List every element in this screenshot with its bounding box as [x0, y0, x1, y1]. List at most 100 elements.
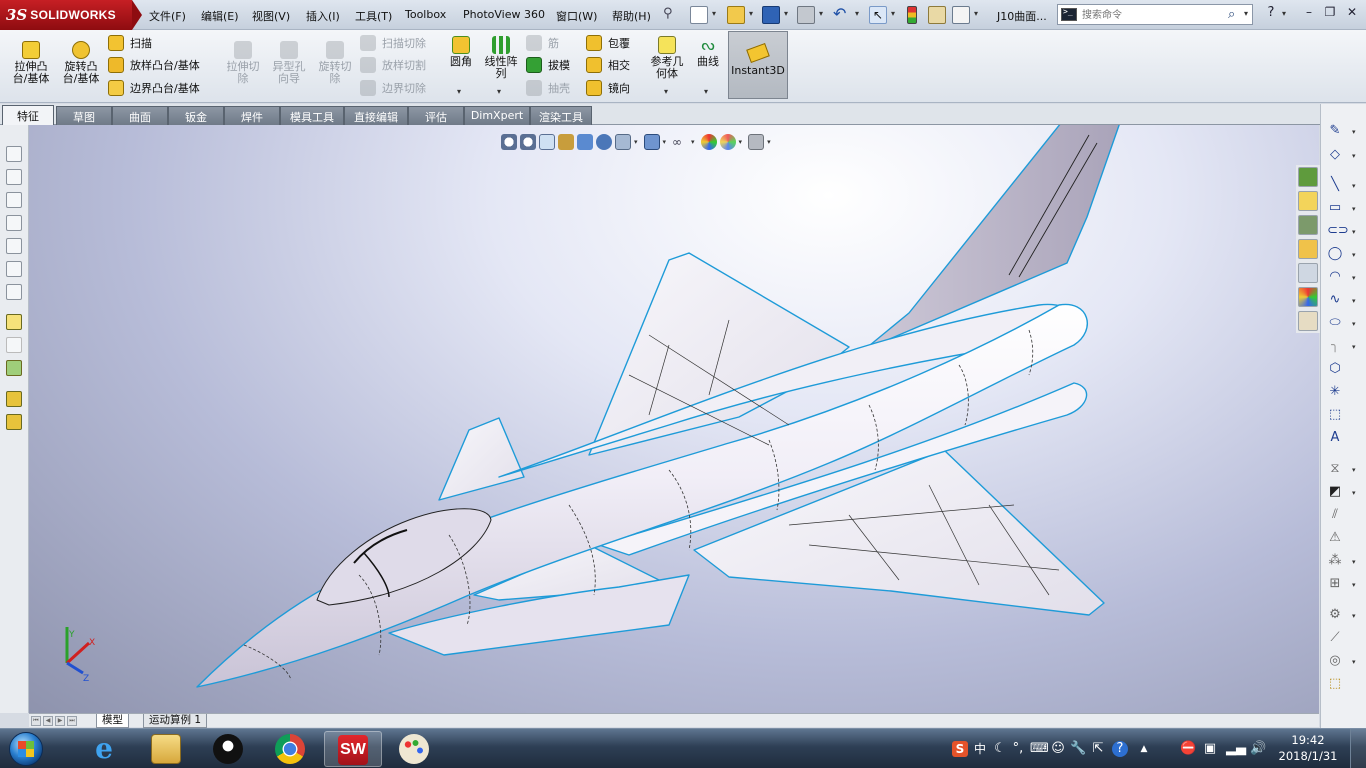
curves-button[interactable]: ᔓ 曲线 [692, 36, 724, 68]
tab-features[interactable]: 特征 [2, 105, 54, 126]
menu-file[interactable]: 文件(F) [149, 8, 186, 24]
taskbar-app-paint[interactable] [386, 731, 444, 767]
tab-evaluate[interactable]: 评估 [408, 106, 464, 125]
tab-mold-tools[interactable]: 模具工具 [280, 106, 344, 125]
open-folder-icon[interactable] [727, 6, 745, 24]
arc-icon[interactable]: ◠ [1327, 269, 1343, 285]
rebuild-traffic-light-icon[interactable] [907, 6, 917, 24]
mirror-entities-icon[interactable]: ⚠ [1327, 530, 1343, 546]
open-external-icon[interactable]: ⇱ [1090, 741, 1106, 757]
intersect-button[interactable]: 相交 [586, 55, 630, 75]
repair-dropdown-icon[interactable]: ▾ [1352, 658, 1356, 666]
tab-model[interactable]: 模型 [96, 714, 129, 728]
rectangle-dropdown-icon[interactable]: ▾ [1352, 205, 1356, 213]
new-dropdown-icon[interactable]: ▾ [712, 9, 716, 18]
save-icon[interactable] [762, 6, 780, 24]
file-explorer-pane-icon[interactable] [1298, 239, 1318, 259]
help-tray-icon[interactable]: ? [1112, 741, 1128, 757]
last-tab-arrow-icon[interactable]: ⏭ [67, 716, 77, 726]
pin-icon[interactable]: ⚲ [663, 6, 681, 24]
repair-sketch-icon[interactable]: ◎ [1327, 653, 1343, 669]
undo-icon[interactable]: ↶ [833, 6, 851, 24]
linear-sketch-pattern-icon[interactable]: ⁂ [1327, 553, 1343, 569]
tab-surfaces[interactable]: 曲面 [112, 106, 168, 125]
tab-weldments[interactable]: 焊件 [224, 106, 280, 125]
offset-entities-icon[interactable]: ⫽ [1327, 507, 1343, 523]
taskbar-app-solidworks[interactable]: SW [324, 731, 382, 767]
menu-insert[interactable]: 插入(I) [306, 8, 340, 24]
design-library-icon[interactable] [1298, 215, 1318, 235]
solidworks-resources-icon[interactable] [1298, 167, 1318, 187]
dimension-dropdown-icon[interactable]: ▾ [1352, 152, 1356, 160]
menu-edit[interactable]: 编辑(E) [201, 8, 239, 24]
reference-geometry-dropdown-icon[interactable]: ▾ [664, 87, 668, 96]
mirror-button[interactable]: 镜向 [586, 78, 630, 98]
polygon-icon[interactable]: ⬡ [1327, 361, 1343, 377]
appearances-icon[interactable] [1298, 287, 1318, 307]
boundary-boss-button[interactable]: 边界凸台/基体 [108, 78, 200, 98]
display-relations-icon[interactable]: ⚙ [1327, 607, 1343, 623]
start-button[interactable] [2, 731, 50, 767]
tab-sheet-metal[interactable]: 钣金 [168, 106, 224, 125]
restore-window-button[interactable]: ❐ [1321, 5, 1339, 21]
options-icon[interactable] [952, 6, 970, 24]
circle-dropdown-icon[interactable]: ▾ [1352, 251, 1356, 259]
taskbar-app-chrome[interactable] [262, 731, 320, 767]
instant3d-button[interactable]: Instant3D [728, 31, 788, 99]
feature-a-icon[interactable] [6, 391, 22, 407]
relations-icon[interactable] [6, 360, 22, 376]
tab-sketch[interactable]: 草图 [56, 106, 112, 125]
line-dropdown-icon[interactable]: ▾ [1352, 182, 1356, 190]
punctuation-icon[interactable]: °, [1010, 741, 1026, 757]
feature-b-icon[interactable] [6, 414, 22, 430]
taskbar-app-file-explorer[interactable] [138, 731, 196, 767]
curves-dropdown-icon[interactable]: ▾ [704, 87, 708, 96]
circle-icon[interactable]: ◯ [1327, 246, 1343, 262]
select-cursor-icon[interactable]: ↖ [869, 6, 887, 24]
ellipse-icon[interactable]: ⬭ [1327, 315, 1343, 331]
cube-view-icon[interactable] [6, 284, 22, 300]
swept-cut-button[interactable]: 扫描切除 [360, 33, 426, 53]
menu-tools[interactable]: 工具(T) [355, 8, 392, 24]
sketch-edit-icon[interactable] [6, 314, 22, 330]
pattern-dropdown-icon[interactable]: ▾ [497, 87, 501, 96]
j10-aircraft-model[interactable] [29, 125, 1319, 713]
network-warning-icon[interactable]: ⛔ [1180, 741, 1196, 757]
text-icon[interactable]: A [1327, 430, 1343, 446]
print-icon[interactable] [797, 6, 815, 24]
reference-triad[interactable]: Y X Z [59, 625, 119, 685]
rib-button[interactable]: 筋 [526, 33, 559, 53]
wrap-button[interactable]: 包覆 [586, 33, 630, 53]
ime-mode-label[interactable]: 中 [972, 741, 988, 757]
search-input[interactable] [1082, 7, 1222, 23]
close-window-button[interactable]: ✕ [1343, 5, 1361, 21]
slot-icon[interactable]: ⊂⊃ [1327, 223, 1349, 239]
menu-flyout-arrow-icon[interactable] [132, 0, 142, 30]
convert-dropdown-icon[interactable]: ▾ [1352, 489, 1356, 497]
print-dropdown-icon[interactable]: ▾ [819, 9, 823, 18]
prev-tab-arrow-icon[interactable]: ◀ [43, 716, 53, 726]
sketch-icon[interactable]: ✎ [1327, 123, 1343, 139]
fillet-sketch-dropdown-icon[interactable]: ▾ [1352, 343, 1356, 351]
fillet-button[interactable]: 圆角 [444, 36, 478, 68]
menu-help[interactable]: 帮助(H) [612, 8, 651, 24]
arc-dropdown-icon[interactable]: ▾ [1352, 274, 1356, 282]
smart-dimension-icon[interactable] [6, 337, 22, 353]
spline-dropdown-icon[interactable]: ▾ [1352, 297, 1356, 305]
cube-view-icon[interactable] [6, 192, 22, 208]
options-dropdown-icon[interactable]: ▾ [974, 9, 978, 18]
move-dropdown-icon[interactable]: ▾ [1352, 581, 1356, 589]
trim-icon[interactable]: ⧖ [1327, 461, 1343, 477]
help-icon[interactable]: ? [1262, 5, 1280, 21]
tab-direct-editing[interactable]: 直接编辑 [344, 106, 408, 125]
cube-view-icon[interactable] [6, 146, 22, 162]
fillet-dropdown-icon[interactable]: ▾ [457, 87, 461, 96]
custom-properties-icon[interactable] [1298, 311, 1318, 331]
show-desktop-button[interactable] [1350, 729, 1366, 768]
relations-dropdown-icon[interactable]: ▾ [1352, 612, 1356, 620]
draft-button[interactable]: 拔模 [526, 55, 570, 75]
lofted-cut-button[interactable]: 放样切割 [360, 55, 426, 75]
add-relation-icon[interactable]: ⟋ [1327, 630, 1343, 646]
extrude-boss-button[interactable]: 拉伸凸 台/基体 [6, 41, 56, 85]
show-hidden-icons-icon[interactable]: ▲ [1136, 741, 1152, 757]
